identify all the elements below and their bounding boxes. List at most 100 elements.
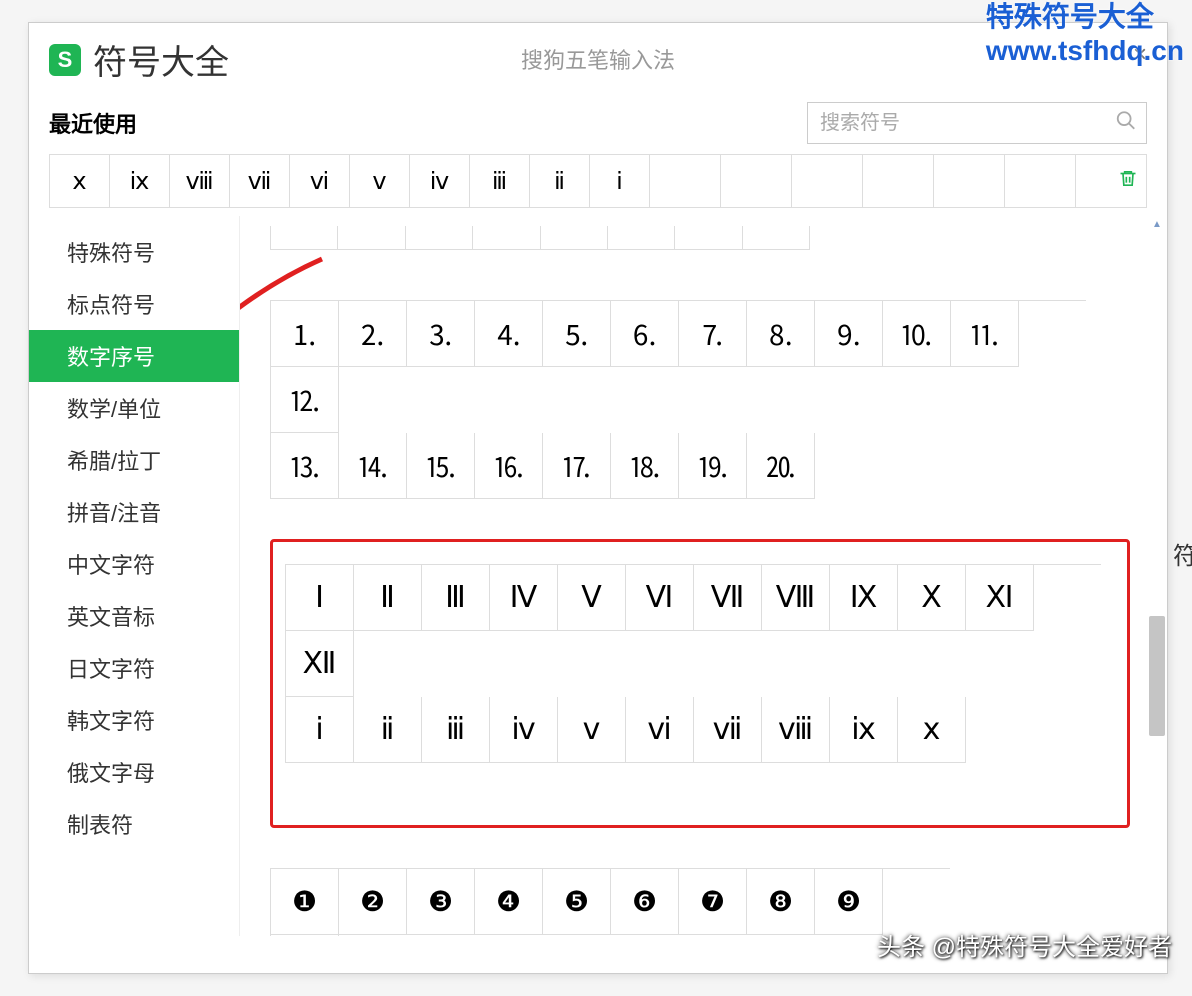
symbol-cell[interactable]: ⒖	[407, 433, 475, 499]
watermark-line2: www.tsfhdq.cn	[986, 34, 1184, 68]
sidebar-item-japanese[interactable]: 日文字符	[29, 642, 239, 694]
sidebar-item-korean[interactable]: 韩文字符	[29, 694, 239, 746]
scroll-thumb[interactable]	[1149, 616, 1165, 736]
symbol-cell[interactable]: ⅲ	[422, 697, 490, 763]
sidebar-item-special[interactable]: 特殊符号	[29, 226, 239, 278]
numbered-grid: ⒈ ⒉ ⒊ ⒋ ⒌ ⒍ ⒎ ⒏ ⒐ ⒑ ⒒ ⒓ ⒔ ⒕ ⒖ ⒗ ⒘ ⒙ ⒚ ⒛	[270, 300, 1086, 499]
symbol-cell[interactable]: Ⅴ	[558, 565, 626, 631]
recent-empty	[721, 155, 792, 207]
symbol-cell[interactable]: ⒒	[951, 301, 1019, 367]
watermark-line1: 特殊符号大全	[986, 0, 1184, 34]
symbol-cell[interactable]: ❹	[475, 869, 543, 935]
symbol-cell[interactable]: ⒛	[747, 433, 815, 499]
symbol-cell[interactable]: ❷	[339, 869, 407, 935]
recent-item[interactable]: ⅵ	[290, 155, 350, 207]
recent-item[interactable]: ⅷ	[170, 155, 230, 207]
symbol-cell[interactable]: ⒓	[271, 367, 339, 433]
symbol-cell[interactable]: Ⅺ	[966, 565, 1034, 631]
recent-empty	[863, 155, 934, 207]
symbol-cell[interactable]: ⒘	[543, 433, 611, 499]
symbol-cell[interactable]: ⅰ	[286, 697, 354, 763]
symbol-cell[interactable]: Ⅸ	[830, 565, 898, 631]
sidebar-item-math[interactable]: 数学/单位	[29, 382, 239, 434]
symbol-panel-window: S 符号大全 搜狗五笔输入法 × 最近使用 ⅹ ⅸ ⅷ ⅶ ⅵ ⅴ ⅳ ⅲ ⅱ …	[28, 22, 1168, 974]
symbol-cell[interactable]: Ⅲ	[422, 565, 490, 631]
symbol-cell[interactable]: ⅶ	[694, 697, 762, 763]
recent-item[interactable]: ⅲ	[470, 155, 530, 207]
symbol-cell[interactable]: ⅹ	[898, 697, 966, 763]
sidebar-item-table[interactable]: 制表符	[29, 798, 239, 850]
partial-grid-row	[270, 226, 810, 250]
sidebar-item-pinyin[interactable]: 拼音/注音	[29, 486, 239, 538]
peek-text: 符	[1173, 536, 1192, 571]
sidebar-item-chinese[interactable]: 中文字符	[29, 538, 239, 590]
symbol-cell[interactable]: ⒈	[271, 301, 339, 367]
symbol-cell[interactable]: Ⅹ	[898, 565, 966, 631]
symbol-cell[interactable]: ⒌	[543, 301, 611, 367]
sidebar: 特殊符号 标点符号 数字序号 数学/单位 希腊/拉丁 拼音/注音 中文字符 英文…	[29, 216, 239, 936]
recent-empty	[792, 155, 863, 207]
sidebar-item-phonetic[interactable]: 英文音标	[29, 590, 239, 642]
recent-item[interactable]: ⅶ	[230, 155, 290, 207]
recent-item[interactable]: ⅳ	[410, 155, 470, 207]
symbol-cell[interactable]: Ⅳ	[490, 565, 558, 631]
recent-item[interactable]: ⅴ	[350, 155, 410, 207]
search-icon[interactable]	[1115, 110, 1137, 137]
sidebar-item-punctuation[interactable]: 标点符号	[29, 278, 239, 330]
recent-item[interactable]: ⅹ	[50, 155, 110, 207]
search-input[interactable]	[807, 102, 1147, 144]
symbol-cell[interactable]: ⒔	[271, 433, 339, 499]
recent-grid: ⅹ ⅸ ⅷ ⅶ ⅵ ⅴ ⅳ ⅲ ⅱ ⅰ	[49, 154, 1147, 208]
scroll-up-icon[interactable]: ▲	[1149, 216, 1165, 232]
symbol-cell[interactable]: Ⅱ	[354, 565, 422, 631]
symbol-cell[interactable]: ⅱ	[354, 697, 422, 763]
symbol-cell[interactable]: ⒙	[611, 433, 679, 499]
symbol-cell[interactable]: ⒗	[475, 433, 543, 499]
highlight-box: Ⅰ Ⅱ Ⅲ Ⅳ Ⅴ Ⅵ Ⅶ Ⅷ Ⅸ Ⅹ Ⅺ Ⅻ ⅰ ⅱ ⅲ ⅳ	[270, 539, 1130, 828]
symbol-cell[interactable]: ❻	[611, 869, 679, 935]
symbol-cell[interactable]: ⒐	[815, 301, 883, 367]
symbol-cell[interactable]: ⅳ	[490, 697, 558, 763]
symbol-cell[interactable]: ⒕	[339, 433, 407, 499]
symbol-cell[interactable]: Ⅵ	[626, 565, 694, 631]
sidebar-item-russian[interactable]: 俄文字母	[29, 746, 239, 798]
symbol-cell[interactable]: Ⅶ	[694, 565, 762, 631]
symbol-cell[interactable]: ❺	[543, 869, 611, 935]
symbol-cell[interactable]: ⒍	[611, 301, 679, 367]
symbol-cell[interactable]: ❿	[271, 935, 339, 936]
symbol-cell[interactable]: ⒎	[679, 301, 747, 367]
symbol-cell[interactable]: ⅴ	[558, 697, 626, 763]
recent-empty	[650, 155, 721, 207]
recent-label: 最近使用	[49, 107, 137, 139]
trash-icon[interactable]	[1108, 168, 1148, 195]
symbol-cell[interactable]: ❾	[815, 869, 883, 935]
sidebar-item-number[interactable]: 数字序号	[29, 330, 239, 382]
symbol-cell[interactable]: ⒉	[339, 301, 407, 367]
symbol-cell[interactable]: ⒊	[407, 301, 475, 367]
sidebar-item-greek[interactable]: 希腊/拉丁	[29, 434, 239, 486]
symbol-cell[interactable]: ❶	[271, 869, 339, 935]
symbol-cell[interactable]: ⒋	[475, 301, 543, 367]
recent-item[interactable]: ⅸ	[110, 155, 170, 207]
recent-empty	[1005, 155, 1076, 207]
app-icon: S	[49, 44, 81, 76]
symbol-cell[interactable]: Ⅰ	[286, 565, 354, 631]
symbol-cell[interactable]: ⅸ	[830, 697, 898, 763]
symbol-cell[interactable]: ⅵ	[626, 697, 694, 763]
content-area: ⒈ ⒉ ⒊ ⒋ ⒌ ⒍ ⒎ ⒏ ⒐ ⒑ ⒒ ⒓ ⒔ ⒕ ⒖ ⒗ ⒘ ⒙ ⒚ ⒛	[239, 216, 1167, 936]
symbol-cell[interactable]: Ⅷ	[762, 565, 830, 631]
symbol-cell[interactable]: ❸	[407, 869, 475, 935]
symbol-cell[interactable]: ⒏	[747, 301, 815, 367]
watermark-bottom: 头条 @特殊符号大全爱好者	[877, 927, 1172, 962]
symbol-cell[interactable]: ⒚	[679, 433, 747, 499]
symbol-cell[interactable]: ❼	[679, 869, 747, 935]
symbol-cell[interactable]: ❽	[747, 869, 815, 935]
symbol-cell[interactable]: Ⅻ	[286, 631, 354, 697]
recent-item[interactable]: ⅰ	[590, 155, 650, 207]
window-subtitle: 搜狗五笔输入法	[521, 43, 675, 75]
recent-item[interactable]: ⅱ	[530, 155, 590, 207]
recent-empty	[934, 155, 1005, 207]
scrollbar[interactable]: ▲	[1149, 216, 1165, 936]
symbol-cell[interactable]: ⅷ	[762, 697, 830, 763]
symbol-cell[interactable]: ⒑	[883, 301, 951, 367]
